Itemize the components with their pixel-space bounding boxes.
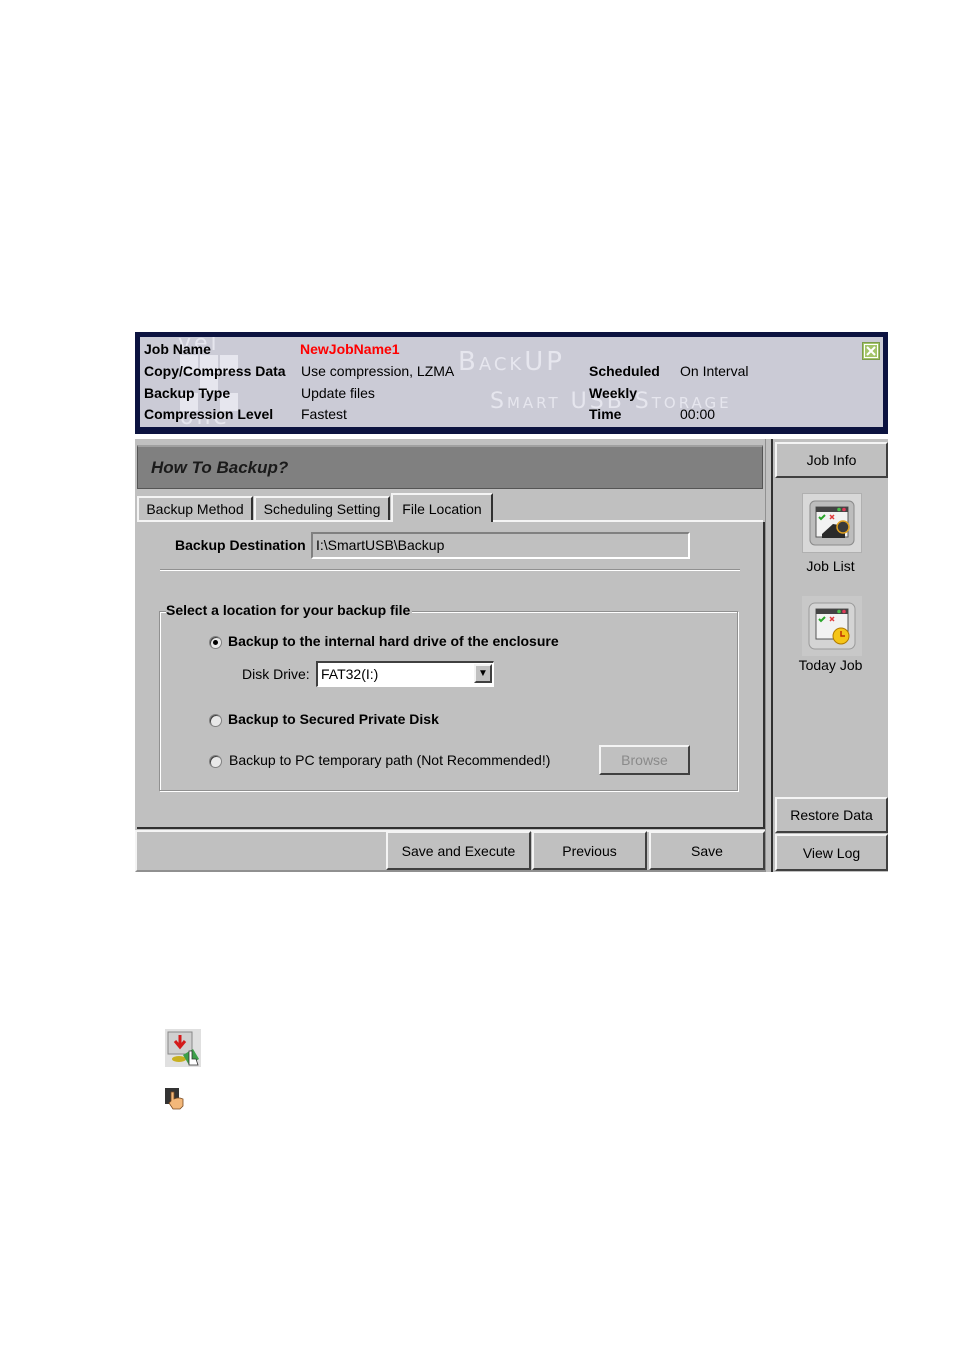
previous-label: Previous xyxy=(562,842,617,859)
job-info-panel: vel one BackUP Smart USB Storage Job Nam… xyxy=(140,337,883,427)
disk-drive-label: Disk Drive: xyxy=(242,666,310,682)
option-pc-temporary-path-label[interactable]: Backup to PC temporary path (Not Recomme… xyxy=(229,752,550,768)
backup-type-label: Backup Type xyxy=(144,385,231,401)
tab-label: Backup Method xyxy=(146,501,244,517)
watermark-backup: BackUP xyxy=(458,347,565,377)
tab-file-location[interactable]: File Location xyxy=(391,493,493,522)
time-value: 00:00 xyxy=(680,406,716,422)
tab-label: Scheduling Setting xyxy=(263,501,381,517)
panel-title-bar: How To Backup? xyxy=(137,445,763,489)
copy-compress-label: Copy/Compress Data xyxy=(144,363,286,379)
backup-type-value: Update files xyxy=(301,385,375,401)
disk-drive-value: FAT32(I:) xyxy=(321,666,379,682)
chevron-down-icon: ▼ xyxy=(478,668,488,679)
location-group-box: Select a location for your backup file B… xyxy=(159,602,738,791)
radio-secured-private-disk[interactable] xyxy=(209,714,222,727)
restore-data-icon xyxy=(165,1029,201,1067)
weekly-label: Weekly xyxy=(589,385,637,401)
how-to-backup-panel: How To Backup? Backup Method Scheduling … xyxy=(135,439,765,872)
dropdown-arrow-button[interactable]: ▼ xyxy=(474,664,492,683)
sidebar: Job Info Job List Today Job Restore Data… xyxy=(771,439,888,872)
save-label: Save xyxy=(691,842,723,859)
job-info-banner: vel one BackUP Smart USB Storage Job Nam… xyxy=(135,332,888,434)
scheduled-value: On Interval xyxy=(680,363,749,379)
panel-footer: Save and Execute Previous Save xyxy=(135,830,765,872)
backup-destination-field[interactable]: I:\SmartUSB\Backup xyxy=(311,532,690,559)
browse-button-label: Browse xyxy=(621,752,668,768)
disk-drive-select[interactable]: FAT32(I:) ▼ xyxy=(316,661,494,687)
pointer-hand-icon xyxy=(165,1088,185,1110)
view-log-button[interactable]: View Log xyxy=(775,834,888,871)
close-x-icon xyxy=(864,344,878,358)
copy-compress-value: Use compression, LZMA xyxy=(301,363,455,379)
job-name-label: Job Name xyxy=(144,341,211,357)
compression-level-label: Compression Level xyxy=(144,406,274,422)
backup-destination-label: Backup Destination xyxy=(175,537,306,553)
job-list-button[interactable] xyxy=(802,493,862,553)
view-log-label: View Log xyxy=(802,844,861,861)
backup-destination-value: I:\SmartUSB\Backup xyxy=(316,537,445,553)
option-secured-private-disk-label[interactable]: Backup to Secured Private Disk xyxy=(228,711,439,727)
tab-label: File Location xyxy=(402,500,482,517)
radio-pc-temporary-path[interactable] xyxy=(209,755,222,768)
separator xyxy=(160,569,740,571)
job-name-value: NewJobName1 xyxy=(300,341,400,357)
tab-backup-method[interactable]: Backup Method xyxy=(137,496,253,520)
scheduled-label: Scheduled xyxy=(589,363,660,379)
save-and-execute-label: Save and Execute xyxy=(401,842,516,859)
job-list-icon xyxy=(809,500,855,546)
radio-internal-hard-drive[interactable] xyxy=(209,636,222,649)
job-list-label[interactable]: Job List xyxy=(773,558,888,574)
previous-button[interactable]: Previous xyxy=(532,831,647,870)
panel-title: How To Backup? xyxy=(151,458,289,477)
today-job-icon xyxy=(808,602,856,650)
tab-scheduling-setting[interactable]: Scheduling Setting xyxy=(254,496,390,520)
job-info-button[interactable]: Job Info xyxy=(775,442,888,478)
save-and-execute-button[interactable]: Save and Execute xyxy=(386,831,531,870)
restore-data-button[interactable]: Restore Data xyxy=(775,797,888,833)
location-group-legend: Select a location for your backup file xyxy=(166,602,413,618)
today-job-label[interactable]: Today Job xyxy=(773,657,888,673)
job-info-label: Job Info xyxy=(806,452,857,468)
save-button[interactable]: Save xyxy=(649,831,765,870)
close-button[interactable] xyxy=(862,342,880,360)
restore-data-label: Restore Data xyxy=(790,807,873,823)
today-job-button[interactable] xyxy=(802,596,862,656)
browse-button[interactable]: Browse xyxy=(599,745,690,775)
compression-level-value: Fastest xyxy=(301,406,347,422)
option-internal-hard-drive-label[interactable]: Backup to the internal hard drive of the… xyxy=(228,633,559,649)
time-label: Time xyxy=(589,406,622,422)
